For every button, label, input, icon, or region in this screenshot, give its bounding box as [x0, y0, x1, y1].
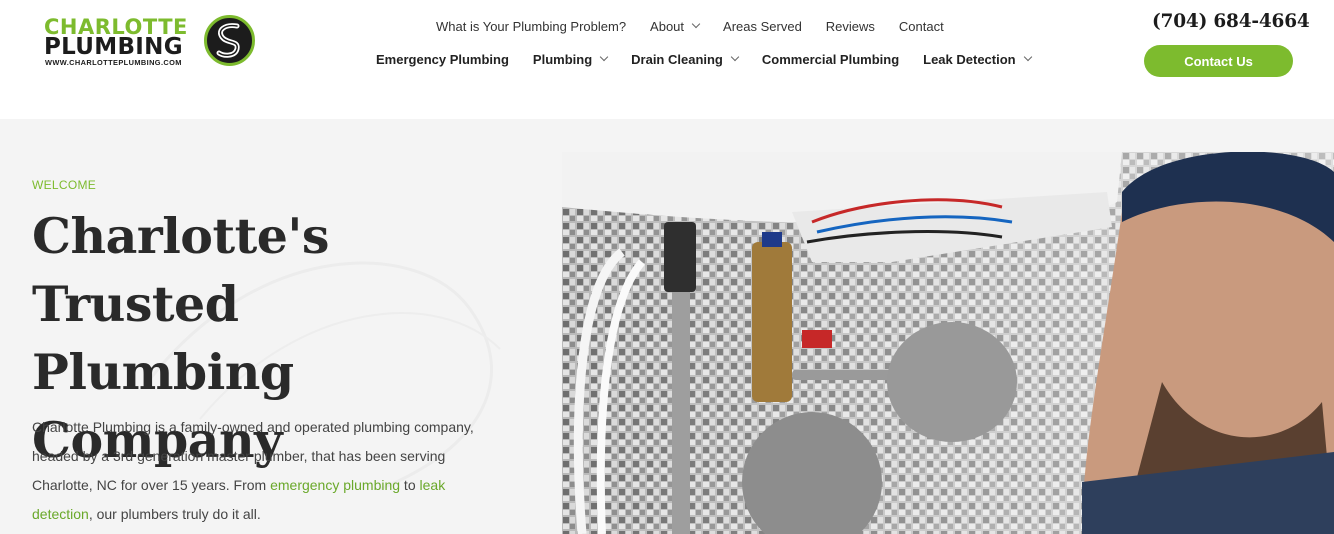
- logo-line2: PLUMBING: [44, 34, 183, 60]
- nav-contact[interactable]: Contact: [899, 17, 944, 35]
- hero-section: WELCOME Charlotte's Trusted Plumbing Com…: [0, 119, 1334, 534]
- hero-photo: [562, 152, 1334, 534]
- desc-text: to: [400, 477, 420, 493]
- desc-text: , our plumbers truly do it all.: [88, 506, 261, 522]
- emergency-plumbing-link[interactable]: emergency plumbing: [270, 477, 400, 493]
- nav-commercial-plumbing[interactable]: Commercial Plumbing: [762, 50, 899, 68]
- nav-label: Commercial Plumbing: [761, 51, 900, 67]
- plumber-photo-image: [562, 152, 1334, 534]
- nav-about[interactable]: About: [650, 17, 701, 35]
- welcome-eyebrow: WELCOME: [32, 178, 97, 192]
- nav-label: What is Your Plumbing Problem?: [436, 18, 627, 34]
- phone-link[interactable]: (704) 684-4664: [1152, 11, 1310, 32]
- nav-label: Plumbing: [532, 51, 593, 67]
- logo[interactable]: CHARLOTTE PLUMBING WWW.CHARLOTTEPLUMBING…: [44, 14, 256, 70]
- nav-plumbing[interactable]: Plumbing: [532, 50, 609, 68]
- nav-label: Contact: [898, 18, 944, 34]
- pipe-logo-icon: [204, 15, 255, 66]
- nav-label: About: [650, 18, 685, 34]
- nav-label: Emergency Plumbing: [376, 51, 509, 67]
- nav-label: Drain Cleaning: [631, 51, 723, 67]
- chevron-down-icon: [599, 52, 609, 62]
- nav-drain-cleaning[interactable]: Drain Cleaning: [631, 50, 740, 68]
- nav-label: Leak Detection: [923, 51, 1016, 67]
- nav-emergency-plumbing[interactable]: Emergency Plumbing: [376, 50, 509, 68]
- chevron-down-icon: [1023, 52, 1032, 62]
- nav-reviews[interactable]: Reviews: [826, 17, 875, 35]
- chevron-down-icon: [691, 19, 701, 29]
- main-nav: Emergency Plumbing Plumbing Drain Cleani…: [376, 50, 1055, 68]
- hero-title-line: Plumbing: [32, 343, 294, 401]
- logo-url: WWW.CHARLOTTEPLUMBING.COM: [45, 58, 182, 67]
- nav-label: Areas Served: [723, 18, 802, 34]
- chevron-down-icon: [730, 52, 740, 62]
- hero-title-line: Charlotte's Trusted: [32, 207, 330, 333]
- contact-us-button[interactable]: Contact Us: [1144, 45, 1293, 77]
- nav-areas-served[interactable]: Areas Served: [723, 17, 802, 35]
- nav-leak-detection[interactable]: Leak Detection: [923, 50, 1032, 68]
- site-header: CHARLOTTE PLUMBING WWW.CHARLOTTEPLUMBING…: [0, 0, 1334, 119]
- nav-label: Reviews: [825, 18, 875, 34]
- top-nav: What is Your Plumbing Problem? About Are…: [436, 17, 968, 35]
- hero-description: Charlotte Plumbing is a family-owned and…: [32, 413, 502, 529]
- nav-plumbing-problem[interactable]: What is Your Plumbing Problem?: [436, 17, 626, 35]
